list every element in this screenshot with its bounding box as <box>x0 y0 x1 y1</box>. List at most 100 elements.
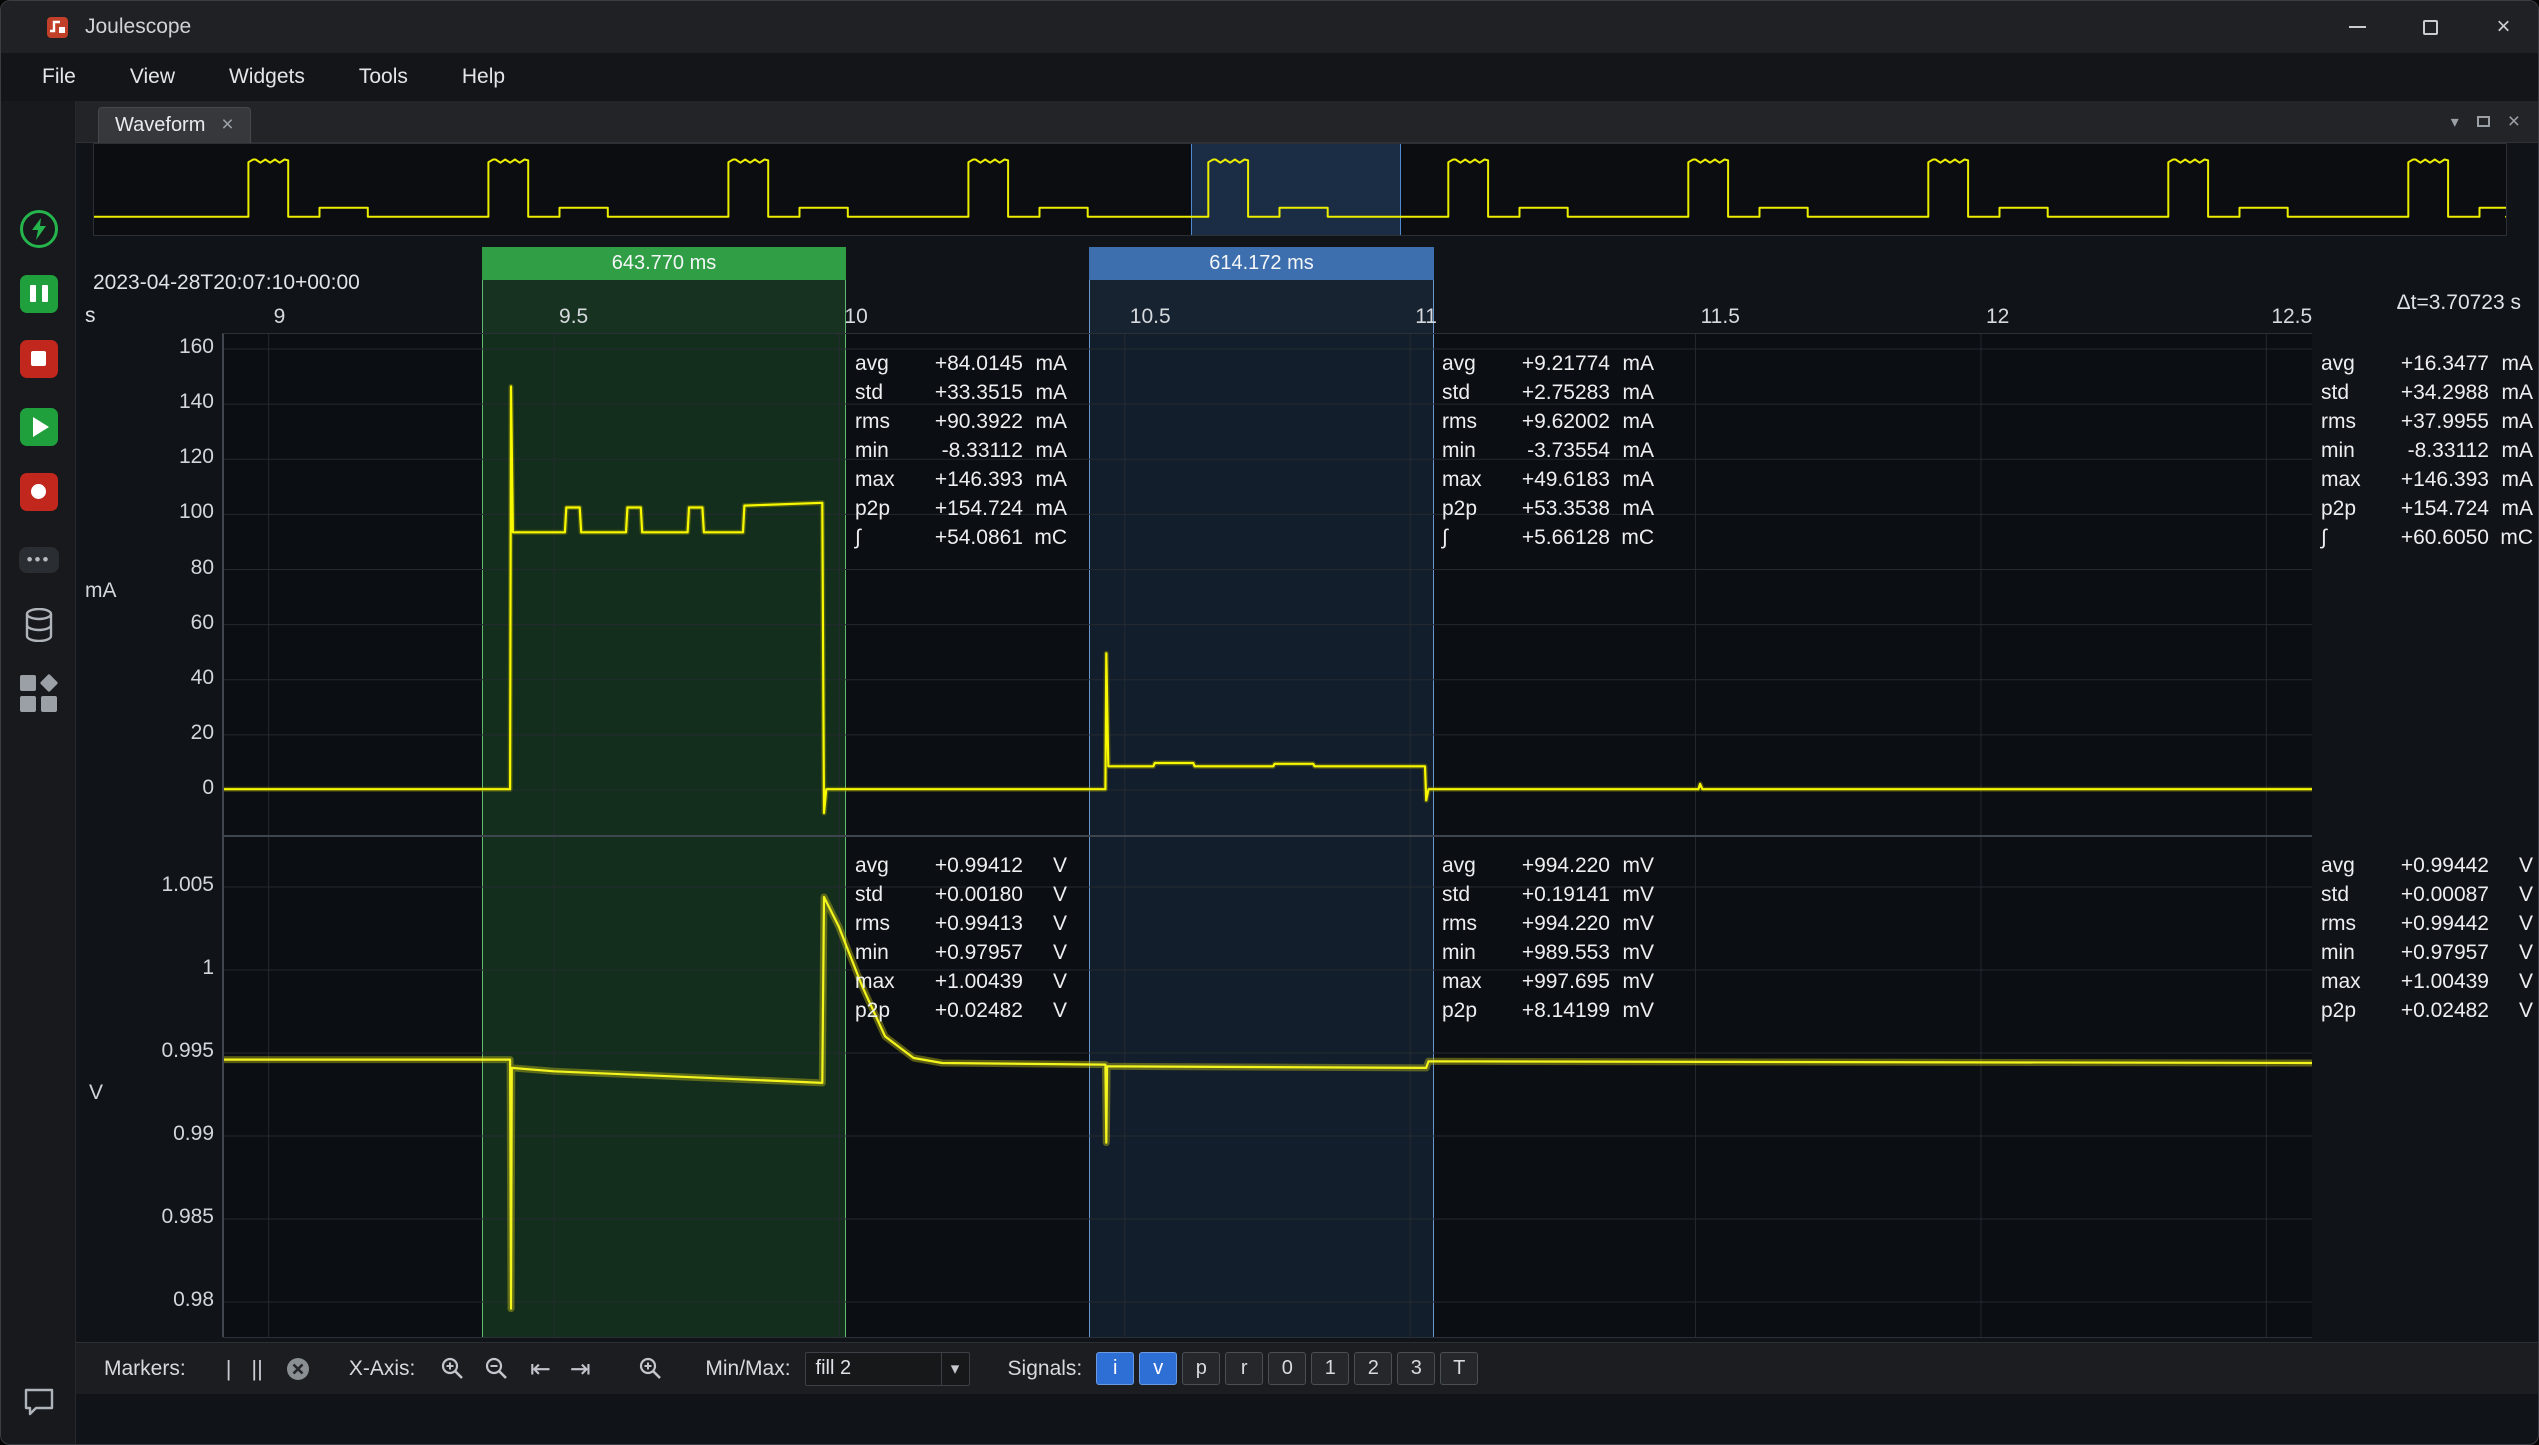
stat-row: p2p+0.02482V <box>2321 996 2533 1025</box>
stat-row: rms+0.99442V <box>2321 909 2533 938</box>
stat-label: avg <box>855 352 905 376</box>
stat-value: +146.393 <box>2371 468 2489 492</box>
stat-value: +53.3538 <box>1492 497 1610 521</box>
stat-label: max <box>855 468 905 492</box>
stat-value: -8.33112 <box>2371 439 2489 463</box>
pan-right-button[interactable]: ⇥ <box>563 1354 597 1383</box>
tab-waveform[interactable]: Waveform × <box>98 107 251 143</box>
pause-icon <box>20 275 58 313</box>
menu-help[interactable]: Help <box>435 53 532 101</box>
menu-view[interactable]: View <box>103 53 202 101</box>
stat-value: +994.220 <box>1492 912 1610 936</box>
feedback-button[interactable] <box>18 1381 59 1422</box>
stat-unit: mA <box>2489 352 2533 376</box>
record-button[interactable] <box>18 471 59 512</box>
stat-value: +34.2988 <box>2371 381 2489 405</box>
stat-value: +84.0145 <box>905 352 1023 376</box>
zoom-out-button[interactable] <box>479 1352 513 1386</box>
stop-button[interactable] <box>18 338 59 379</box>
menu-widgets[interactable]: Widgets <box>202 53 332 101</box>
stat-row: std+0.00087V <box>2321 880 2533 909</box>
stat-value: +5.66128 <box>1492 526 1610 550</box>
stat-unit: mV <box>1610 912 1654 936</box>
stat-label: max <box>2321 970 2371 994</box>
signal-button-p[interactable]: p <box>1182 1352 1220 1385</box>
stat-row: ∫+54.0861mC <box>855 523 1067 552</box>
memory-buffer-button[interactable] <box>18 604 59 645</box>
stat-value: +154.724 <box>905 497 1023 521</box>
joulescope-window: Joulescope × File View Widgets Tools Hel… <box>0 0 2539 1445</box>
signal-button-0[interactable]: 0 <box>1268 1352 1306 1385</box>
widgets-button[interactable] <box>18 673 59 714</box>
minmax-select[interactable]: fill 2 ▾ <box>805 1352 970 1386</box>
maximize-icon <box>2423 20 2438 35</box>
stat-value: +90.3922 <box>905 410 1023 434</box>
blue-marker-duration-badge[interactable]: 614.172 ms <box>1089 247 1434 280</box>
marker-clear-button[interactable] <box>281 1352 315 1386</box>
current-unit-label: mA <box>85 579 117 603</box>
stat-label: avg <box>2321 854 2371 878</box>
speech-bubble-icon <box>23 1387 55 1417</box>
stat-unit: mA <box>2489 381 2533 405</box>
menu-file[interactable]: File <box>15 53 103 101</box>
stat-label: avg <box>2321 352 2371 376</box>
pause-button[interactable] <box>18 273 59 314</box>
chevron-down-icon[interactable]: ▾ <box>2451 112 2459 131</box>
dock-controls: ▾ × <box>2451 110 2539 134</box>
maximize-button[interactable] <box>2394 1 2467 53</box>
dock-close-icon[interactable]: × <box>2508 110 2520 134</box>
xaxis-toolbar-label: X-Axis: <box>349 1357 416 1381</box>
stat-unit: mV <box>1610 883 1654 907</box>
pan-left-button[interactable]: ⇤ <box>523 1354 557 1383</box>
stat-row: avg+84.0145mA <box>855 349 1067 378</box>
current-y-tick-label: 100 <box>118 500 214 524</box>
record-icon <box>20 473 58 511</box>
zoom-in-button[interactable] <box>435 1352 469 1386</box>
float-dock-icon[interactable] <box>2477 116 2490 127</box>
zoom-all-button[interactable] <box>633 1352 667 1386</box>
signal-button-2[interactable]: 2 <box>1354 1352 1392 1385</box>
current-plot-svg[interactable] <box>223 333 2312 835</box>
stat-label: min <box>855 941 905 965</box>
signal-button-T[interactable]: T <box>1440 1352 1478 1385</box>
marker-single-button[interactable]: | <box>220 1356 238 1382</box>
stat-unit: mC <box>1610 526 1654 550</box>
voltage-stats-blue-region: avg+994.220mVstd+0.19141mVrms+994.220mVm… <box>1442 851 1654 1025</box>
plot-separator <box>223 835 2312 837</box>
x-tick-label: 11.5 <box>1701 305 1740 329</box>
stat-label: p2p <box>1442 999 1492 1023</box>
stat-row: rms+0.99413V <box>855 909 1067 938</box>
stat-value: +1.00439 <box>905 970 1023 994</box>
tab-close-icon[interactable]: × <box>221 113 233 137</box>
minimize-button[interactable] <box>2321 1 2394 53</box>
stat-row: avg+0.99412V <box>855 851 1067 880</box>
play-button[interactable] <box>18 406 59 447</box>
voltage-plot-svg[interactable] <box>223 835 2312 1337</box>
overview-strip[interactable] <box>93 143 2507 236</box>
more-options-button[interactable]: ••• <box>18 539 59 580</box>
close-button[interactable]: × <box>2467 1 2539 53</box>
signal-button-i[interactable]: i <box>1096 1352 1134 1385</box>
energy-button[interactable] <box>18 208 59 249</box>
minmax-value: fill 2 <box>806 1357 941 1380</box>
signals-group: ivpr0123T <box>1096 1352 1483 1385</box>
green-marker-duration-badge[interactable]: 643.770 ms <box>482 247 846 280</box>
close-icon: × <box>2496 13 2510 41</box>
current-y-tick-label: 0 <box>118 776 214 800</box>
signal-button-v[interactable]: v <box>1139 1352 1177 1385</box>
current-y-tick-label: 40 <box>118 666 214 690</box>
stat-row: min+989.553mV <box>1442 938 1654 967</box>
stat-unit: V <box>2489 883 2533 907</box>
signal-button-r[interactable]: r <box>1225 1352 1263 1385</box>
stat-label: rms <box>2321 912 2371 936</box>
stat-label: std <box>2321 381 2371 405</box>
signal-button-1[interactable]: 1 <box>1311 1352 1349 1385</box>
marker-dual-button[interactable]: || <box>245 1356 268 1382</box>
menu-tools[interactable]: Tools <box>332 53 435 101</box>
stat-row: min+0.97957V <box>855 938 1067 967</box>
app-icon <box>46 16 69 39</box>
stat-row: std+34.2988mA <box>2321 378 2533 407</box>
stat-row: min-3.73554mA <box>1442 436 1654 465</box>
signal-button-3[interactable]: 3 <box>1397 1352 1435 1385</box>
stat-row: p2p+0.02482V <box>855 996 1067 1025</box>
